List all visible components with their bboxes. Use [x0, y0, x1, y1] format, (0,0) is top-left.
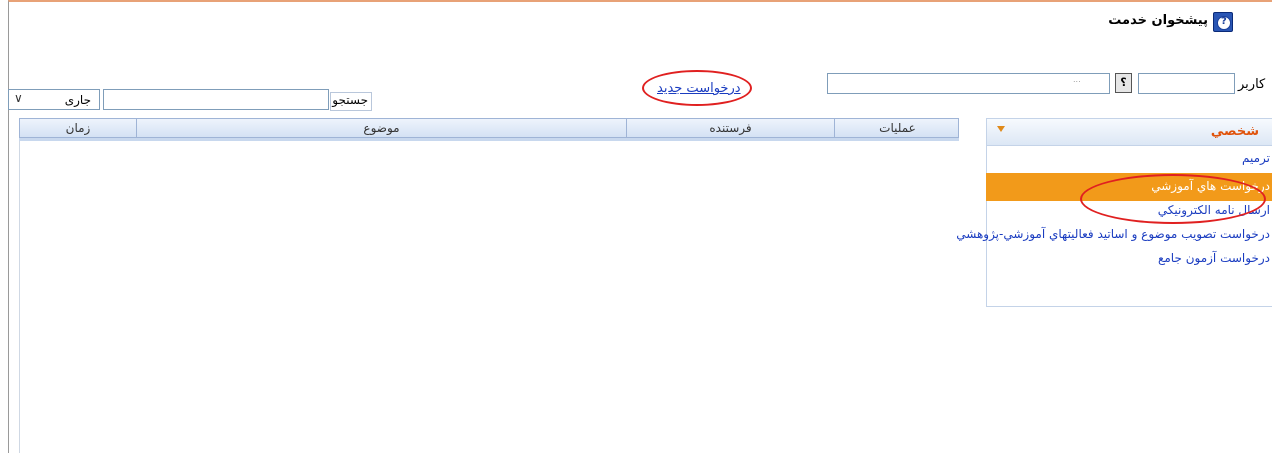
user-display-dots: ... [1073, 75, 1081, 84]
status-select-value: جاری [64, 93, 91, 107]
panel-item-comprehensive-exam[interactable]: درخواست آزمون جامع [1158, 251, 1270, 265]
column-header-sender[interactable]: فرستنده [626, 119, 834, 137]
new-request-link[interactable]: درخواست جدید [657, 81, 741, 96]
status-select[interactable]: ∨ جاری [8, 89, 100, 110]
panel-header[interactable]: شخصي [987, 119, 1272, 146]
user-label: کاربر [1238, 77, 1266, 92]
search-label: جستجو [330, 92, 372, 111]
table-header: زمان موضوع فرستنده عملیات [19, 118, 959, 138]
new-request-highlight: درخواست جدید [642, 70, 752, 106]
user-display-field: ... [827, 73, 1110, 94]
user-id-input[interactable] [1138, 73, 1235, 94]
column-header-actions[interactable]: عملیات [834, 119, 960, 137]
panel-item-restore[interactable]: ترميم [1242, 151, 1270, 165]
panel-item-topic-approval[interactable]: درخواست تصويب موضوع و اساتيد فعاليتهاي آ… [956, 227, 1270, 241]
help-icon[interactable] [1213, 12, 1233, 32]
page-title: پیشخوان خدمت [1108, 13, 1208, 28]
search-input[interactable] [103, 89, 329, 110]
chevron-down-icon: ∨ [14, 91, 23, 105]
column-header-time[interactable]: زمان [20, 119, 136, 137]
chevron-down-icon[interactable] [997, 126, 1005, 132]
panel-title: شخصي [1210, 124, 1259, 139]
column-header-subject[interactable]: موضوع [136, 119, 626, 137]
table-body [19, 141, 984, 453]
selection-highlight-annotation [1080, 174, 1266, 224]
user-lookup-button[interactable]: ؟ [1115, 73, 1132, 93]
